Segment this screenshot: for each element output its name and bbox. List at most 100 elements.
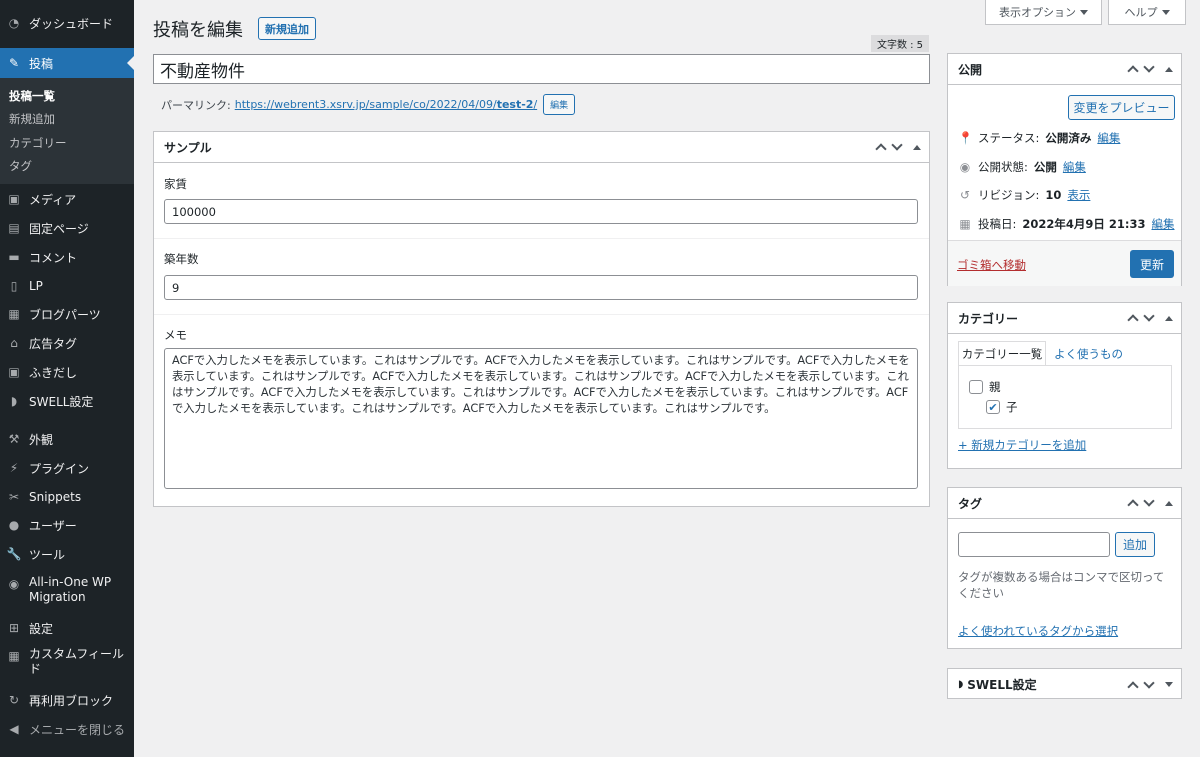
caret-down-icon — [1161, 9, 1170, 15]
dashboard-icon: ◔ — [8, 16, 20, 30]
tag-box-header[interactable]: タグ — [948, 488, 1181, 519]
category-label: 親 — [989, 380, 1001, 394]
visibility-edit-link[interactable]: 編集 — [1063, 159, 1086, 175]
building-age-input[interactable]: 9 — [164, 275, 918, 300]
menu-collapse[interactable]: ◀ メニューを閉じる — [0, 718, 134, 740]
category-checkbox-checked[interactable]: ✔ — [986, 400, 1000, 414]
move-up-icon[interactable] — [1127, 499, 1139, 511]
permalink-end: / — [533, 98, 538, 111]
toggle-panel-icon[interactable] — [1165, 66, 1173, 72]
menu-label: 投稿 — [29, 56, 54, 71]
visibility-row: ◉ 公開状態: 公開 編集 — [958, 159, 1086, 175]
reuse-icon: ↻ — [8, 693, 20, 707]
tag-help-text: タグが複数ある場合はコンマで区切ってください — [958, 570, 1165, 600]
box-controls — [1127, 669, 1173, 700]
move-down-icon[interactable] — [1143, 676, 1155, 689]
menu-media[interactable]: ▣ メディア — [0, 188, 134, 210]
permalink-base: https://webrent3.xsrv.jp/sample/co/2022/… — [234, 98, 497, 111]
memo-textarea[interactable]: ACFで入力したメモを表示しています。これはサンプルです。ACFで入力したメモを… — [164, 348, 918, 489]
update-button[interactable]: 更新 — [1130, 250, 1174, 278]
menu-label: SWELL設定 — [29, 394, 94, 409]
pin-icon: 📍 — [958, 131, 973, 145]
add-new-category-link[interactable]: + 新規カテゴリーを追加 — [958, 437, 1086, 453]
toggle-panel-icon[interactable] — [913, 144, 921, 150]
menu-label: 広告タグ — [29, 336, 78, 351]
submenu-add-new[interactable]: 新規追加 — [9, 111, 55, 127]
menu-appearance[interactable]: ⚒ 外観 — [0, 428, 134, 450]
permalink-edit-button[interactable]: 編集 — [543, 94, 576, 115]
move-up-icon[interactable] — [875, 143, 887, 155]
swell-box-title: SWELL設定 — [967, 678, 1037, 692]
post-title-input[interactable]: 不動産物件 — [153, 54, 930, 84]
move-down-icon[interactable] — [1143, 310, 1155, 322]
revisions-value: 10 — [1045, 188, 1062, 202]
box-controls — [1127, 488, 1173, 518]
status-label: ステータス: — [978, 131, 1040, 145]
menu-label: メディア — [29, 192, 77, 207]
memo-label: メモ — [164, 328, 187, 342]
publish-date-row: ▦ 投稿日: 2022年4月9日 21:33 編集 — [958, 216, 1175, 232]
preview-changes-button[interactable]: 変更をプレビュー — [1068, 95, 1175, 120]
menu-pages[interactable]: ▤ 固定ページ — [0, 217, 134, 239]
tag-input[interactable] — [958, 532, 1110, 557]
publish-box: 公開 変更をプレビュー 📍 ステータス: 公開済み 編集 ◉ 公開状態: 公開 … — [947, 53, 1182, 286]
divider — [154, 238, 929, 239]
category-item[interactable]: ✔ 子 — [986, 399, 1018, 415]
category-item[interactable]: 親 — [969, 379, 1001, 395]
add-tag-button[interactable]: 追加 — [1115, 532, 1155, 557]
menu-ad-tags[interactable]: ⌂ 広告タグ — [0, 332, 134, 354]
category-checkbox[interactable] — [969, 380, 983, 394]
menu-comments[interactable]: ▬ コメント — [0, 246, 134, 268]
permalink-link[interactable]: https://webrent3.xsrv.jp/sample/co/2022/… — [235, 98, 537, 111]
menu-custom-fields[interactable]: ▦ カスタムフィールド — [0, 647, 134, 679]
acf-box-header[interactable]: サンプル — [154, 132, 929, 163]
toggle-panel-icon[interactable] — [1165, 682, 1173, 687]
tab-most-used[interactable]: よく使うもの — [1054, 346, 1123, 362]
screen-options-button[interactable]: 表示オプション — [985, 0, 1102, 25]
menu-snippets[interactable]: ✂ Snippets — [0, 486, 134, 508]
plugin-icon: ⚡ — [9, 461, 19, 475]
rent-input[interactable]: 100000 — [164, 199, 918, 224]
move-up-icon[interactable] — [1127, 65, 1139, 77]
menu-swell-settings[interactable]: ◗ SWELL設定 — [0, 390, 134, 412]
move-down-icon[interactable] — [1143, 61, 1155, 73]
tab-all-categories[interactable]: カテゴリー一覧 — [958, 341, 1046, 366]
menu-settings[interactable]: ⊞ 設定 — [0, 617, 134, 639]
toggle-panel-icon[interactable] — [1165, 500, 1173, 506]
move-down-icon[interactable] — [891, 139, 903, 151]
menu-plugins[interactable]: ⚡ プラグイン — [0, 457, 134, 479]
category-box-header[interactable]: カテゴリー — [948, 303, 1181, 334]
visibility-value: 公開 — [1033, 160, 1057, 174]
submenu-categories[interactable]: カテゴリー — [9, 135, 67, 151]
add-new-post-button[interactable]: 新規追加 — [258, 17, 316, 40]
menu-posts[interactable]: ✎ 投稿 — [0, 48, 134, 78]
document-icon: ▯ — [10, 279, 18, 293]
help-button[interactable]: ヘルプ — [1108, 0, 1186, 25]
menu-blog-parts[interactable]: ▦ ブログパーツ — [0, 303, 134, 325]
submenu-tags[interactable]: タグ — [9, 158, 32, 174]
menu-tools[interactable]: 🔧 ツール — [0, 543, 134, 565]
status-edit-link[interactable]: 編集 — [1097, 130, 1120, 146]
menu-fukidashi[interactable]: ▣ ふきだし — [0, 361, 134, 383]
submenu-all-posts[interactable]: 投稿一覧 — [9, 88, 55, 104]
blocks-icon: ▦ — [8, 307, 20, 321]
menu-all-in-one-migration[interactable]: ◉ All-in-One WP Migration — [0, 575, 134, 607]
menu-dashboard[interactable]: ◔ ダッシュボード — [0, 10, 134, 36]
menu-reusable-blocks[interactable]: ↻ 再利用ブロック — [0, 689, 134, 711]
menu-lp[interactable]: ▯ LP — [0, 275, 134, 297]
publish-date-edit-link[interactable]: 編集 — [1152, 216, 1175, 232]
move-up-icon[interactable] — [1127, 314, 1139, 326]
move-to-trash-link[interactable]: ゴミ箱へ移動 — [957, 257, 1026, 273]
move-down-icon[interactable] — [1143, 495, 1155, 507]
publish-box-header[interactable]: 公開 — [948, 54, 1181, 85]
status-value: 公開済み — [1045, 131, 1092, 145]
menu-label: 固定ページ — [29, 221, 89, 236]
menu-users[interactable]: ● ユーザー — [0, 514, 134, 536]
building-icon: ⌂ — [10, 336, 18, 350]
choose-popular-tags-link[interactable]: よく使われているタグから選択 — [958, 623, 1118, 639]
swell-box-header[interactable]: ◗ SWELL設定 — [948, 669, 1181, 700]
toggle-panel-icon[interactable] — [1165, 315, 1173, 321]
permalink-slug: test-2 — [496, 98, 534, 111]
move-up-icon[interactable] — [1127, 680, 1139, 693]
revisions-view-link[interactable]: 表示 — [1067, 187, 1090, 203]
